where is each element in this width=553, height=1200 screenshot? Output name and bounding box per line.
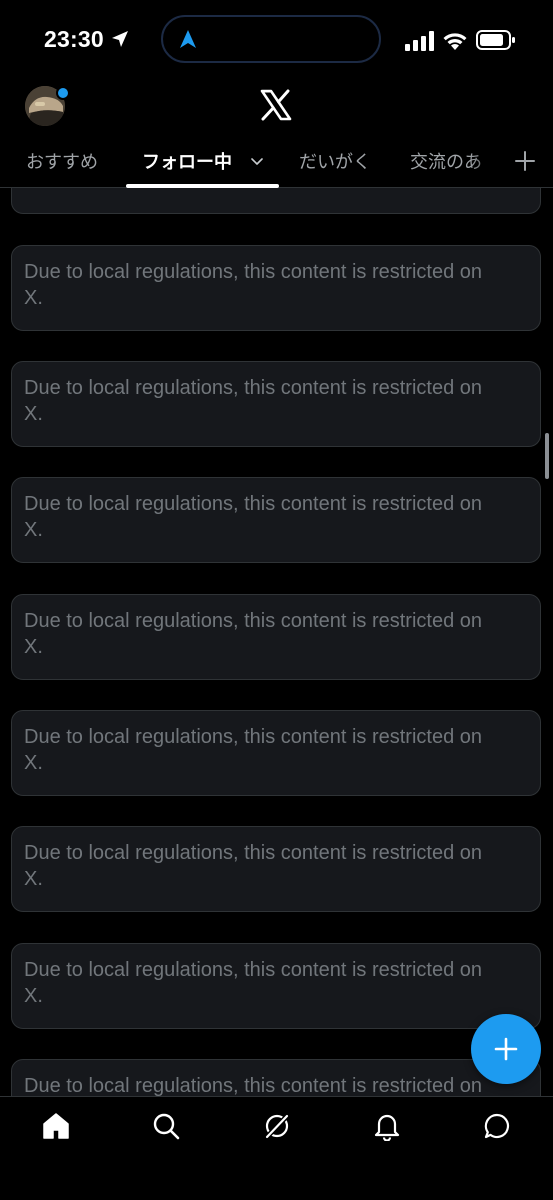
restricted-text-line2: X. bbox=[24, 519, 43, 541]
tab-fade bbox=[470, 134, 510, 186]
restricted-text-line2: X. bbox=[24, 752, 43, 774]
restricted-post-card[interactable]: Due to local regulations, this content i… bbox=[11, 943, 541, 1029]
restricted-text-line1: Due to local regulations, this content i… bbox=[24, 261, 483, 283]
app-header bbox=[0, 80, 553, 132]
bell-icon[interactable] bbox=[372, 1111, 402, 1141]
restricted-text-line1: Due to local regulations, this content i… bbox=[24, 959, 483, 981]
restricted-post-card[interactable]: Due to local regulations, this content i… bbox=[11, 710, 541, 796]
scroll-indicator[interactable] bbox=[545, 433, 549, 479]
restricted-text-line1: Due to local regulations, this content i… bbox=[24, 842, 483, 864]
restricted-text-line1: Due to local regulations, this content i… bbox=[24, 493, 483, 515]
restricted-text-line2: X. bbox=[24, 868, 43, 890]
add-tab-button[interactable] bbox=[510, 146, 540, 176]
restricted-post-card[interactable]: Due to local regulations, this content i… bbox=[11, 477, 541, 563]
timeline-feed[interactable]: X. Due to local regulations, this conten… bbox=[0, 188, 553, 1096]
x-logo-icon[interactable] bbox=[259, 88, 293, 122]
restricted-post-card[interactable]: Due to local regulations, this content i… bbox=[11, 245, 541, 331]
message-icon[interactable] bbox=[482, 1111, 512, 1141]
home-icon[interactable] bbox=[41, 1111, 71, 1141]
status-bar: 23:30 bbox=[0, 0, 553, 80]
restricted-text-line1: Due to local regulations, this content i… bbox=[24, 610, 483, 632]
restricted-text-line2: X. bbox=[24, 287, 43, 309]
restricted-text-line2: X. bbox=[24, 636, 43, 658]
dynamic-island[interactable] bbox=[161, 15, 381, 63]
restricted-text-line2: X. bbox=[24, 403, 43, 425]
restricted-text-line1: Due to local regulations, this content i… bbox=[24, 377, 483, 399]
plus-icon bbox=[494, 1037, 518, 1061]
timeline-tabs: おすすめ フォロー中 だいがく 交流のあ bbox=[0, 134, 553, 188]
tab-following[interactable]: フォロー中 bbox=[142, 148, 232, 174]
chevron-down-icon[interactable] bbox=[250, 154, 264, 168]
location-arrow-icon bbox=[112, 31, 128, 47]
restricted-text-line1: Due to local regulations, this content i… bbox=[24, 726, 483, 748]
restricted-post-card[interactable]: Due to local regulations, this content i… bbox=[11, 361, 541, 447]
cellular-signal-icon bbox=[405, 31, 434, 51]
navigation-arrow-icon bbox=[180, 30, 196, 48]
notification-dot bbox=[56, 86, 70, 100]
wifi-icon bbox=[443, 33, 467, 50]
grok-icon[interactable] bbox=[262, 1111, 292, 1141]
status-time: 23:30 bbox=[44, 26, 104, 52]
restricted-post-card[interactable]: Due to local regulations, this content i… bbox=[11, 1059, 541, 1096]
restricted-text-line2: X. bbox=[24, 985, 43, 1007]
tab-daigaku[interactable]: だいがく bbox=[299, 148, 371, 174]
restricted-post-card[interactable]: X. bbox=[11, 188, 541, 214]
bottom-navigation bbox=[0, 1096, 553, 1200]
search-icon[interactable] bbox=[151, 1111, 181, 1141]
tab-recommended[interactable]: おすすめ bbox=[26, 148, 98, 174]
battery-icon bbox=[476, 30, 515, 50]
restricted-post-card[interactable]: Due to local regulations, this content i… bbox=[11, 594, 541, 680]
restricted-text-line1: Due to local regulations, this content i… bbox=[24, 1075, 483, 1096]
compose-post-button[interactable] bbox=[471, 1014, 541, 1084]
restricted-post-card[interactable]: Due to local regulations, this content i… bbox=[11, 826, 541, 912]
